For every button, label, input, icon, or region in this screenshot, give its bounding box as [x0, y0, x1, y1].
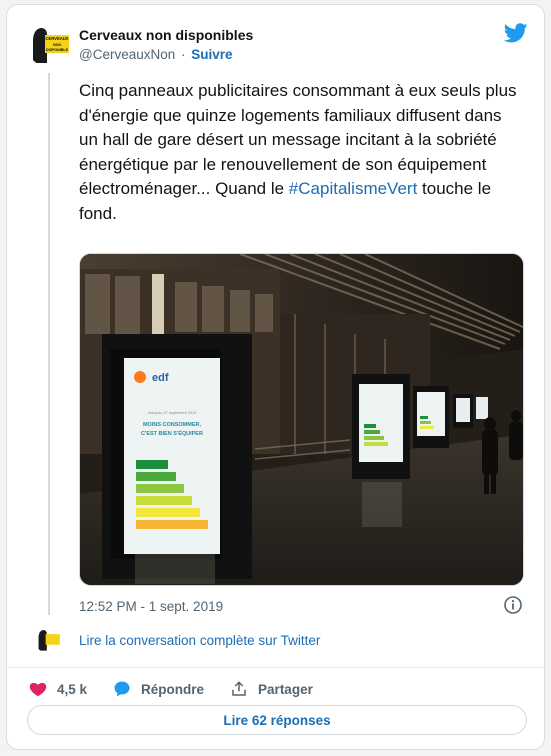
speech-bubble-icon [114, 681, 130, 697]
info-icon[interactable] [503, 595, 523, 615]
share-button[interactable]: Partager [230, 680, 313, 698]
author-avatar[interactable]: CERVEAUX NON DISPONIBLE [27, 23, 71, 67]
tweet-photo[interactable]: edf Jusqu'au 27 septembre 2019 MOINS CON… [79, 253, 524, 586]
conversation-link[interactable]: Lire la conversation complète sur Twitte… [79, 633, 320, 648]
tweet-card: CERVEAUX NON DISPONIBLE Cerveaux non dis… [6, 4, 545, 750]
separator-dot: · [181, 47, 186, 62]
svg-text:MOINS CONSOMMER,: MOINS CONSOMMER, [143, 422, 202, 428]
author-handle[interactable]: @CerveauxNon [79, 47, 175, 62]
action-bar: 4,5 k Répondre Partager [29, 675, 339, 703]
thread-line [48, 73, 50, 615]
author-name[interactable]: Cerveaux non disponibles [79, 27, 253, 43]
author-handle-row: @CerveauxNon · Suivre [79, 47, 233, 62]
svg-text:DISPONIBLE: DISPONIBLE [46, 48, 69, 52]
follow-button[interactable]: Suivre [191, 47, 232, 62]
ad-brand: edf [152, 372, 169, 384]
share-icon [232, 681, 246, 696]
svg-text:C'EST BIEN S'ÉQUIPER: C'EST BIEN S'ÉQUIPER [141, 429, 203, 437]
like-count: 4,5 k [57, 681, 88, 697]
like-button[interactable]: 4,5 k [29, 680, 87, 698]
svg-text:CERVEAUX: CERVEAUX [45, 36, 68, 41]
reply-label: Répondre [141, 681, 205, 697]
heart-icon [29, 682, 47, 697]
hashtag-link[interactable]: #CapitalismeVert [289, 179, 418, 198]
read-replies-button[interactable]: Lire 62 réponses [27, 705, 527, 735]
svg-text:NON: NON [53, 43, 61, 47]
share-label: Partager [258, 681, 313, 697]
reply-button[interactable]: Répondre [113, 680, 204, 698]
ad-date: Jusqu'au 27 septembre 2019 [148, 411, 197, 415]
conversation-avatar [35, 627, 61, 653]
tweet-timestamp[interactable]: 12:52 PM - 1 sept. 2019 [79, 599, 223, 614]
twitter-bird-icon[interactable] [503, 21, 528, 45]
divider [7, 667, 544, 668]
tweet-text: Cinq panneaux publicitaires consommant à… [79, 79, 519, 226]
